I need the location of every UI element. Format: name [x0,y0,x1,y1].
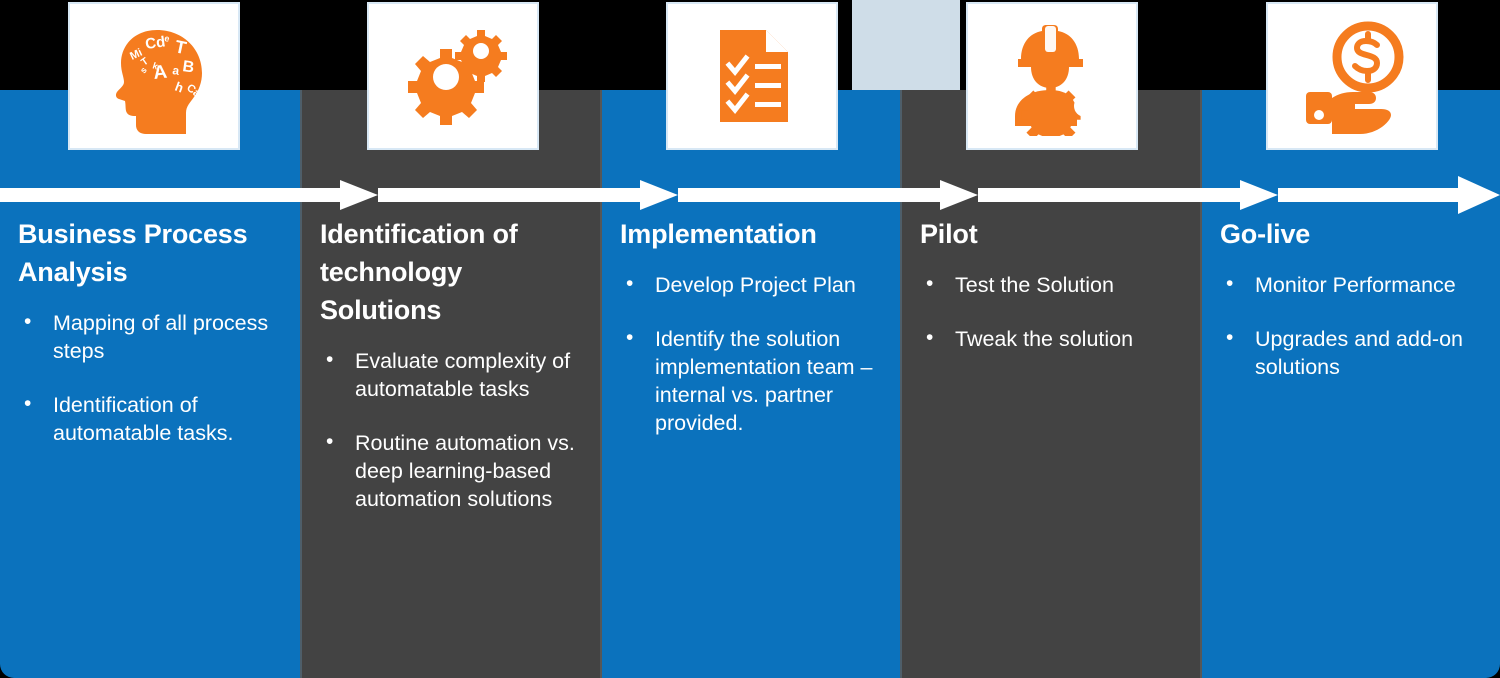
icon-card-implementation [666,2,838,150]
phase-content: Go-live Monitor Performance Upgrades and… [1202,215,1500,407]
phase-column-business-process-analysis[interactable]: Business Process Analysis Mapping of all… [0,90,302,678]
head-with-letters-icon: Cd e T Mi T k s A a B h Ca [115,30,203,134]
svg-text:Cd: Cd [144,33,166,53]
process-roadmap-diagram: Business Process Analysis Mapping of all… [0,0,1500,678]
phase-bullet-list: Mapping of all process steps Identificat… [18,308,286,447]
list-item: Identify the solution implementation tea… [620,324,886,437]
phase-bullet-list: Develop Project Plan Identify the soluti… [620,270,886,437]
list-item: Develop Project Plan [620,270,886,299]
phase-content: Implementation Develop Project Plan Iden… [602,215,902,463]
hand-with-dollar-coin-icon [1306,21,1404,134]
icon-card-business-process-analysis: Cd e T Mi T k s A a B h Ca [68,2,240,150]
icon-card-identification-of-technology-solutions [367,2,539,150]
phase-title: Implementation [620,219,817,249]
background-filler-panel [852,0,960,90]
svg-text:B: B [181,58,195,76]
phase-title: Identification of technology Solutions [320,219,518,325]
phase-column-pilot[interactable]: Pilot Test the Solution Tweak the soluti… [902,90,1202,678]
list-item: Identification of automatable tasks. [18,390,286,447]
phase-title: Business Process Analysis [18,219,248,287]
checklist-document-icon [720,30,788,122]
phase-content: Pilot Test the Solution Tweak the soluti… [902,215,1202,379]
svg-text:A: A [152,62,168,84]
icon-card-go-live [1266,2,1438,150]
phase-column-identification-of-technology-solutions[interactable]: Identification of technology Solutions E… [302,90,602,678]
phase-column-implementation[interactable]: Implementation Develop Project Plan Iden… [602,90,902,678]
list-item: Routine automation vs. deep learning-bas… [320,428,586,513]
list-item: Mapping of all process steps [18,308,286,365]
gears-icon [408,30,507,125]
phase-content: Business Process Analysis Mapping of all… [0,215,302,473]
phase-title: Pilot [920,219,978,249]
phase-bullet-list: Monitor Performance Upgrades and add-on … [1220,270,1484,381]
list-item: Evaluate complexity of automatable tasks [320,346,586,403]
list-item: Monitor Performance [1220,270,1484,299]
phase-bullet-list: Test the Solution Tweak the solution [920,270,1186,353]
list-item: Test the Solution [920,270,1186,299]
phase-column-go-live[interactable]: Go-live Monitor Performance Upgrades and… [1202,90,1500,678]
icon-card-pilot [966,2,1138,150]
worker-with-gear-icon [1015,25,1096,136]
list-item: Upgrades and add-on solutions [1220,324,1484,381]
phase-bullet-list: Evaluate complexity of automatable tasks… [320,346,586,513]
phase-title: Go-live [1220,219,1311,249]
phase-content: Identification of technology Solutions E… [302,215,602,539]
list-item: Tweak the solution [920,324,1186,353]
